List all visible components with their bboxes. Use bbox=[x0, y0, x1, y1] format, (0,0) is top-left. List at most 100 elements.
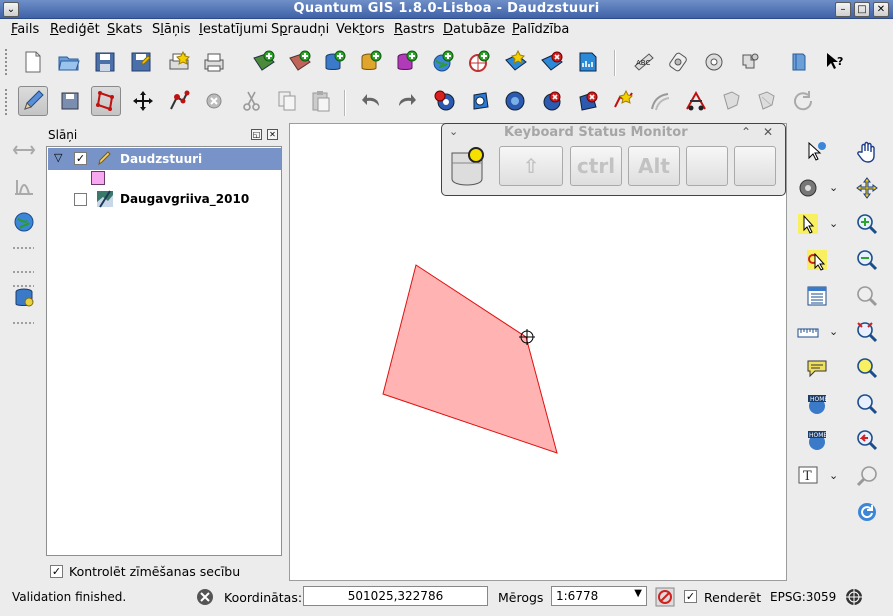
merge-selected-icon[interactable] bbox=[717, 86, 747, 116]
spell-check-icon[interactable]: ABC bbox=[628, 47, 658, 77]
menu-plugins[interactable]: Spraudņi bbox=[271, 22, 329, 37]
projection-icon[interactable] bbox=[844, 587, 864, 610]
menu-help[interactable]: Palīdzība bbox=[512, 22, 569, 37]
measure-line-icon[interactable] bbox=[794, 318, 822, 346]
database-icon[interactable] bbox=[10, 284, 38, 312]
offset-curve-icon[interactable] bbox=[645, 86, 675, 116]
pan-icon[interactable] bbox=[853, 138, 881, 166]
move-feature-icon[interactable] bbox=[128, 86, 158, 116]
save-as-icon[interactable] bbox=[126, 47, 156, 77]
delete-selected-icon[interactable] bbox=[199, 86, 229, 116]
collapse-icon[interactable]: ⌄ bbox=[449, 125, 458, 138]
plugin-tool-icon[interactable] bbox=[663, 47, 693, 77]
render-checkbox[interactable]: ✓ bbox=[684, 590, 697, 603]
plugin-manager-icon[interactable] bbox=[735, 47, 765, 77]
menu-view[interactable]: Skats bbox=[107, 22, 142, 37]
deselect-features-icon[interactable] bbox=[803, 246, 831, 274]
whats-this-icon[interactable]: ? bbox=[820, 47, 850, 77]
attribute-table-icon[interactable] bbox=[803, 282, 831, 310]
layer-visibility-checkbox[interactable]: ✓ bbox=[74, 152, 87, 165]
histogram-icon[interactable] bbox=[10, 172, 38, 200]
zoom-out-icon[interactable] bbox=[853, 246, 881, 274]
globe-icon[interactable] bbox=[10, 208, 38, 236]
select-features-icon[interactable] bbox=[794, 210, 822, 238]
settings-gear-icon[interactable] bbox=[794, 174, 822, 202]
rotate-symbols-icon[interactable] bbox=[788, 86, 818, 116]
add-part-icon[interactable] bbox=[465, 86, 495, 116]
fill-ring-icon[interactable] bbox=[500, 86, 530, 116]
coordinate-field[interactable]: 501025,322786 bbox=[303, 586, 488, 606]
plugin-gear-icon[interactable] bbox=[699, 47, 729, 77]
layer-row-daudzstuuri[interactable]: ▽ ✓ Daudzstuuri bbox=[48, 148, 281, 170]
dropdown-caret-icon[interactable]: ⌄ bbox=[829, 217, 838, 230]
add-raster-layer-icon[interactable] bbox=[285, 47, 315, 77]
menu-raster[interactable]: Rastrs bbox=[394, 22, 435, 37]
toolbar-handle[interactable] bbox=[12, 321, 34, 325]
menu-database[interactable]: Datubāze bbox=[443, 22, 505, 37]
node-tool-icon[interactable] bbox=[164, 86, 194, 116]
close-icon[interactable]: ✕ bbox=[763, 125, 773, 139]
close-button[interactable]: ✕ bbox=[873, 2, 889, 17]
stop-rendering-icon[interactable] bbox=[655, 587, 675, 610]
toolbar-handle[interactable] bbox=[12, 270, 34, 274]
open-project-icon[interactable] bbox=[54, 47, 84, 77]
remove-layer-icon[interactable] bbox=[537, 47, 567, 77]
add-postgis-layer-icon[interactable] bbox=[320, 47, 350, 77]
text-annotation-icon[interactable]: T bbox=[794, 462, 822, 490]
redo-icon[interactable] bbox=[392, 86, 422, 116]
undo-icon[interactable] bbox=[356, 86, 386, 116]
add-wfs-layer-icon[interactable] bbox=[464, 47, 494, 77]
maximize-button[interactable]: □ bbox=[854, 2, 870, 17]
layer-row-daugavgriiva[interactable]: Daugavgriiva_2010 bbox=[48, 188, 281, 210]
show-bookmarks-icon[interactable]: HOME bbox=[803, 426, 831, 454]
pan-to-selection-icon[interactable] bbox=[853, 174, 881, 202]
dropdown-caret-icon[interactable]: ⌄ bbox=[829, 325, 838, 338]
toolbar-handle[interactable] bbox=[4, 48, 8, 76]
refresh-icon[interactable] bbox=[853, 498, 881, 526]
new-bookmark-icon[interactable]: HOME bbox=[803, 390, 831, 418]
help-contents-icon[interactable] bbox=[784, 47, 814, 77]
crs-status[interactable]: EPSG:3059 bbox=[770, 590, 836, 604]
menu-file[interactable]: Fails bbox=[11, 22, 39, 37]
map-tips-icon[interactable] bbox=[803, 354, 831, 382]
merge-attributes-icon[interactable] bbox=[752, 86, 782, 116]
cut-features-icon[interactable] bbox=[237, 86, 267, 116]
float-panel-button[interactable]: ◱ bbox=[251, 129, 262, 140]
split-features-icon[interactable] bbox=[681, 86, 711, 116]
close-panel-button[interactable]: ✕ bbox=[267, 129, 278, 140]
zoom-to-layer-icon[interactable] bbox=[853, 318, 881, 346]
paste-features-icon[interactable] bbox=[306, 86, 336, 116]
toolbar-handle[interactable] bbox=[4, 88, 8, 116]
print-composer-icon[interactable] bbox=[164, 47, 194, 77]
zoom-last-icon[interactable] bbox=[853, 390, 881, 418]
chevron-down-icon[interactable]: ▼ bbox=[634, 588, 642, 599]
zoom-native-icon[interactable] bbox=[853, 462, 881, 490]
add-feature-icon[interactable] bbox=[91, 86, 121, 116]
new-project-icon[interactable] bbox=[18, 47, 48, 77]
minimize-button[interactable]: – bbox=[835, 2, 851, 17]
layer-visibility-checkbox[interactable] bbox=[74, 193, 87, 206]
delete-ring-icon[interactable] bbox=[536, 86, 566, 116]
polygon-feature[interactable] bbox=[382, 264, 558, 454]
menu-settings[interactable]: Iestatījumi bbox=[199, 22, 268, 37]
zoom-to-selection-icon[interactable] bbox=[853, 354, 881, 382]
dropdown-caret-icon[interactable]: ⌄ bbox=[829, 181, 838, 194]
add-mssql-layer-icon[interactable] bbox=[392, 47, 422, 77]
delete-part-icon[interactable] bbox=[573, 86, 603, 116]
menu-layer[interactable]: Slāņis bbox=[152, 22, 190, 37]
expand-arrow-icon[interactable]: ▽ bbox=[54, 151, 62, 164]
copy-features-icon[interactable] bbox=[272, 86, 302, 116]
reshape-features-icon[interactable] bbox=[609, 86, 639, 116]
toggle-editing-icon[interactable] bbox=[18, 86, 48, 116]
add-spatialite-layer-icon[interactable] bbox=[356, 47, 386, 77]
stretch-histogram-icon[interactable] bbox=[10, 136, 38, 164]
whats-this-pointer-icon[interactable] bbox=[803, 138, 831, 166]
save-project-icon[interactable] bbox=[90, 47, 120, 77]
toggle-coordinate-display-icon[interactable] bbox=[195, 587, 215, 610]
print-icon[interactable] bbox=[199, 47, 229, 77]
scale-combo[interactable]: 1:6778 ▼ bbox=[551, 586, 647, 606]
dropdown-caret-icon[interactable]: ⌄ bbox=[829, 469, 838, 482]
render-order-checkbox[interactable]: ✓ bbox=[50, 565, 63, 578]
zoom-next-icon[interactable] bbox=[853, 426, 881, 454]
add-vector-layer-icon[interactable] bbox=[249, 47, 279, 77]
